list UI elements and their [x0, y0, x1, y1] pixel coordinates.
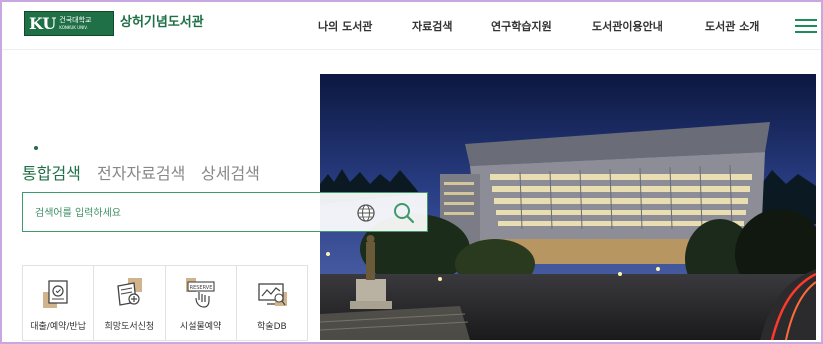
- top-header: KU 건국대학교 KONKUK UNIV. 상허기념도서관 나의 도서관 자료검…: [2, 2, 821, 50]
- tab-electronic-resources[interactable]: 전자자료검색: [97, 160, 185, 184]
- quick-link-label: 학술DB: [257, 322, 287, 332]
- search-box: [22, 192, 428, 232]
- reserve-hand-icon: RESERVE: [185, 278, 216, 308]
- nav-research-support[interactable]: 연구학습지원: [491, 18, 552, 34]
- nav-my-library[interactable]: 나의 도서관: [318, 18, 372, 34]
- quick-links: 대출/예약/반납 희망도서신청 RESERVE 시설물예약 학술DB: [22, 265, 308, 341]
- logo-english-name: KONKUK UNIV.: [59, 24, 88, 30]
- hamburger-menu-icon[interactable]: [795, 19, 817, 33]
- active-tab-indicator: [34, 146, 38, 150]
- quick-link-academic-db[interactable]: 학술DB: [237, 266, 307, 340]
- book-plus-icon: [114, 278, 144, 308]
- monitor-chart-icon: [257, 278, 287, 308]
- nav-search-materials[interactable]: 자료검색: [412, 18, 452, 34]
- nav-library-guide[interactable]: 도서관이용안내: [592, 18, 663, 34]
- nav-about-library[interactable]: 도서관 소개: [705, 18, 759, 34]
- tab-integrated-search[interactable]: 통합검색: [22, 160, 81, 184]
- quick-link-book-request[interactable]: 희망도서신청: [94, 266, 166, 340]
- reserve-icon-text: RESERVE: [189, 285, 212, 291]
- search-input[interactable]: [33, 204, 337, 222]
- quick-link-label: 희망도서신청: [104, 322, 155, 332]
- quick-link-facility-reservation[interactable]: RESERVE 시설물예약: [166, 266, 237, 340]
- book-circle-icon: [43, 278, 73, 308]
- logo-ku-text: KU: [29, 14, 57, 33]
- university-logo[interactable]: KU 건국대학교 KONKUK UNIV.: [24, 11, 114, 36]
- logo-korean-name: 건국대학교: [59, 15, 92, 24]
- logo-university-name: 건국대학교 KONKUK UNIV.: [59, 16, 91, 32]
- quick-link-loan[interactable]: 대출/예약/반납: [23, 266, 95, 340]
- globe-icon[interactable]: [356, 203, 376, 223]
- quick-link-label: 시설물예약: [179, 322, 222, 332]
- tab-advanced-search[interactable]: 상세검색: [201, 160, 260, 184]
- search-icon[interactable]: [392, 201, 416, 225]
- quick-link-label: 대출/예약/반납: [30, 322, 86, 332]
- site-title[interactable]: 상허기념도서관: [120, 11, 204, 30]
